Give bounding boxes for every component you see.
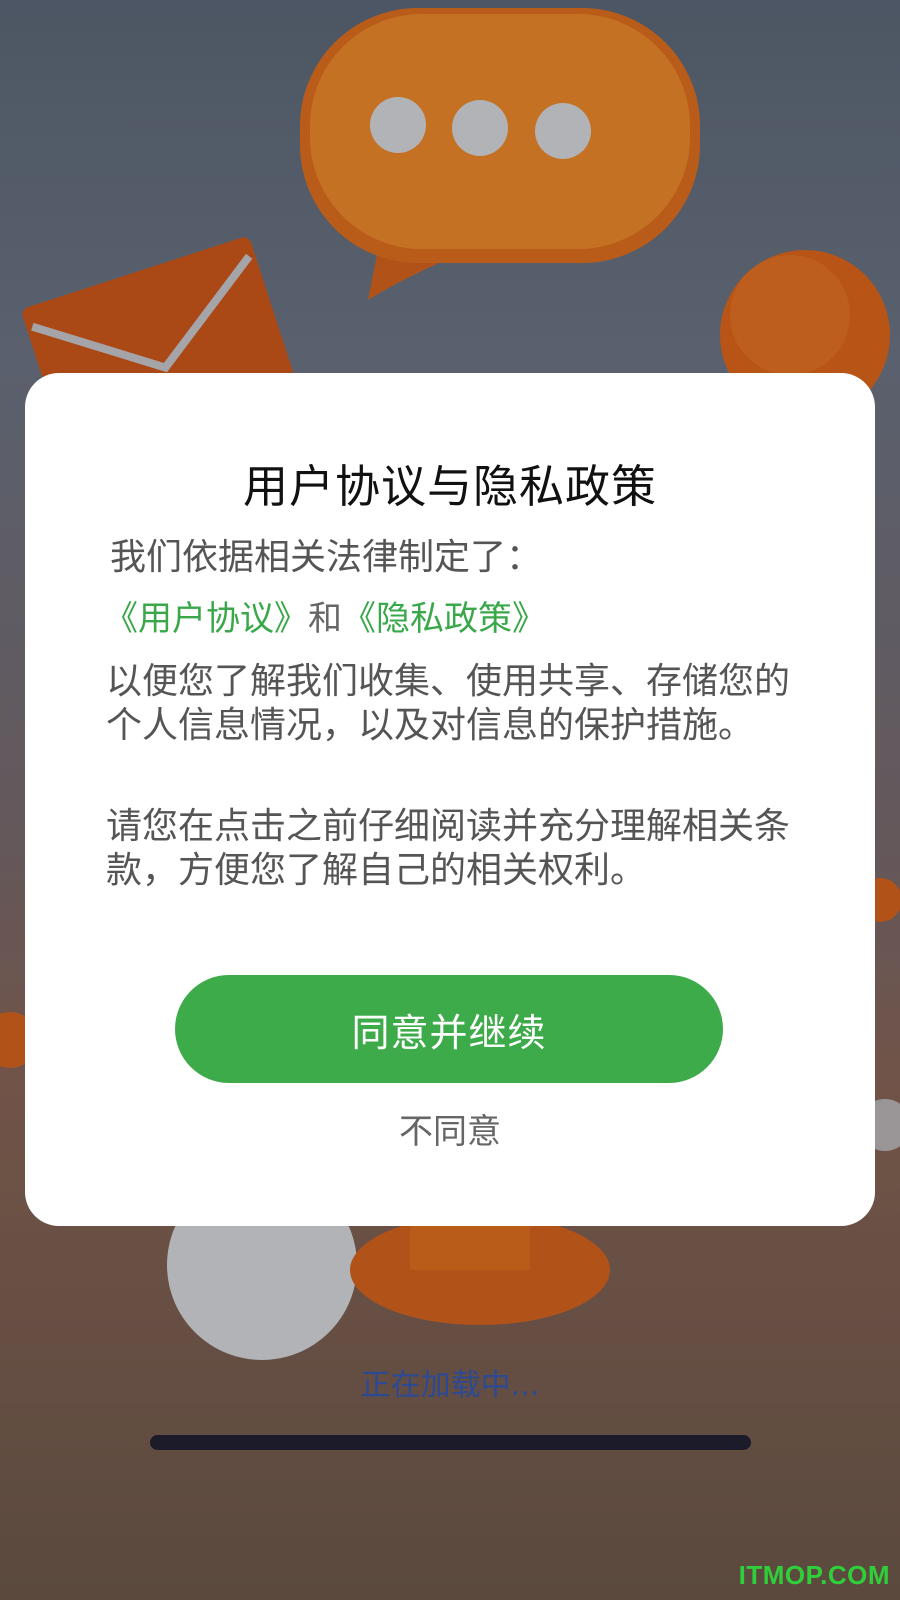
intro-text: 我们依据相关法律制定了： [110,537,543,578]
conjunction-text: 和 [308,599,342,639]
agreement-links: 《用户协议》和《隐私政策》 [104,597,546,641]
body-text-1: 以便您了解我们收集、使用共享、存储您的个人信息情况，以及对信息的保护措施。 [106,661,791,746]
dialog-title: 用户协议与隐私政策 [242,460,657,513]
disagree-button[interactable]: 不同意 [0,1104,900,1153]
user-agreement-link[interactable]: 《用户协议》 [104,599,308,639]
body-text-2: 请您在点击之前仔细阅读并充分理解相关条款，方便您了解自己的相关权利。 [106,806,791,891]
privacy-policy-link[interactable]: 《隐私政策》 [342,599,546,639]
home-indicator[interactable] [150,1435,751,1450]
loading-text: 正在加载中... [360,1368,540,1403]
agree-button[interactable]: 同意并继续 [175,975,723,1083]
watermark-text: ITMOP.COM [738,1560,890,1590]
